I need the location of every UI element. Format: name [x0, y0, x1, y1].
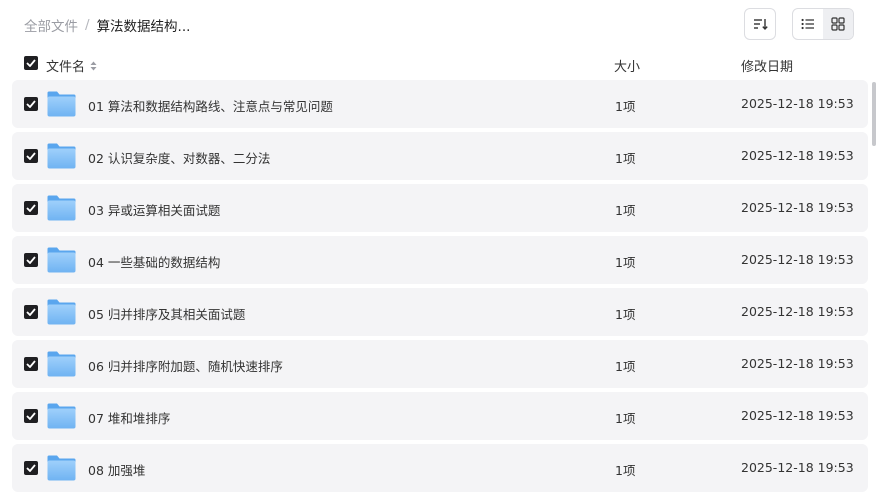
- file-size: 1项: [615, 203, 636, 218]
- file-date: 2025-12-18 19:53: [741, 460, 854, 475]
- file-name: 08 加强堆: [88, 463, 146, 478]
- checkbox-checked-icon: [26, 59, 36, 67]
- top-bar: 全部文件 / 算法数据结构...: [0, 0, 878, 48]
- row-checkbox[interactable]: [24, 409, 38, 423]
- folder-icon: [47, 91, 76, 117]
- file-row[interactable]: 04 一些基础的数据结构 1项 2025-12-18 19:53: [12, 236, 868, 284]
- folder-icon: [47, 351, 76, 377]
- folder-icon: [47, 299, 76, 325]
- grid-view-button[interactable]: [823, 9, 853, 39]
- folder-icon: [47, 195, 76, 221]
- breadcrumb-current: 算法数据结构...: [96, 19, 191, 35]
- file-name: 02 认识复杂度、对数器、二分法: [88, 151, 271, 166]
- file-name: 05 归并排序及其相关面试题: [88, 307, 246, 322]
- breadcrumb-separator: /: [85, 17, 90, 33]
- file-size: 1项: [615, 463, 636, 478]
- file-row[interactable]: 08 加强堆 1项 2025-12-18 19:53: [12, 444, 868, 492]
- row-checkbox[interactable]: [24, 201, 38, 215]
- checkbox-checked-icon: [26, 152, 36, 160]
- row-checkbox[interactable]: [24, 149, 38, 163]
- row-checkbox[interactable]: [24, 357, 38, 371]
- file-size: 1项: [615, 359, 636, 374]
- file-name: 03 异或运算相关面试题: [88, 203, 221, 218]
- row-checkbox[interactable]: [24, 253, 38, 267]
- table-header: 文件名 大小 修改日期: [0, 52, 878, 78]
- checkbox-checked-icon: [26, 360, 36, 368]
- file-size: 1项: [615, 307, 636, 322]
- file-name: 07 堆和堆排序: [88, 411, 171, 426]
- breadcrumb: 全部文件 / 算法数据结构...: [24, 15, 190, 35]
- file-date: 2025-12-18 19:53: [741, 304, 854, 319]
- file-row[interactable]: 06 归并排序附加题、随机快速排序 1项 2025-12-18 19:53: [12, 340, 868, 388]
- checkbox-checked-icon: [26, 256, 36, 264]
- list-view-button[interactable]: [793, 9, 823, 39]
- view-toggle: [792, 8, 854, 40]
- list-view-icon: [801, 18, 814, 30]
- file-row[interactable]: 05 归并排序及其相关面试题 1项 2025-12-18 19:53: [12, 288, 868, 336]
- row-checkbox[interactable]: [24, 461, 38, 475]
- select-all-checkbox[interactable]: [24, 56, 38, 70]
- row-checkbox[interactable]: [24, 97, 38, 111]
- file-row[interactable]: 03 异或运算相关面试题 1项 2025-12-18 19:53: [12, 184, 868, 232]
- file-date: 2025-12-18 19:53: [741, 408, 854, 423]
- folder-icon: [47, 143, 76, 169]
- file-row[interactable]: 01 算法和数据结构路线、注意点与常见问题 1项 2025-12-18 19:5…: [12, 80, 868, 128]
- column-header-size[interactable]: 大小: [614, 56, 640, 75]
- checkbox-checked-icon: [26, 204, 36, 212]
- file-date: 2025-12-18 19:53: [741, 96, 854, 111]
- file-size: 1项: [615, 255, 636, 270]
- file-name: 04 一些基础的数据结构: [88, 255, 221, 270]
- file-date: 2025-12-18 19:53: [741, 356, 854, 371]
- column-header-name-label: 文件名: [46, 60, 86, 75]
- file-size: 1项: [615, 151, 636, 166]
- file-name: 06 归并排序附加题、随机快速排序: [88, 359, 283, 374]
- file-name: 01 算法和数据结构路线、注意点与常见问题: [88, 99, 333, 114]
- file-list: 01 算法和数据结构路线、注意点与常见问题 1项 2025-12-18 19:5…: [12, 80, 868, 496]
- sort-descending-icon: [754, 19, 768, 31]
- file-size: 1项: [615, 99, 636, 114]
- scrollbar-thumb[interactable]: [872, 82, 876, 146]
- checkbox-checked-icon: [26, 464, 36, 472]
- file-row[interactable]: 07 堆和堆排序 1项 2025-12-18 19:53: [12, 392, 868, 440]
- file-date: 2025-12-18 19:53: [741, 252, 854, 267]
- grid-view-icon: [831, 17, 845, 31]
- sort-toggle-icon: [90, 61, 97, 71]
- file-row[interactable]: 02 认识复杂度、对数器、二分法 1项 2025-12-18 19:53: [12, 132, 868, 180]
- breadcrumb-root-link[interactable]: 全部文件: [24, 15, 78, 35]
- column-header-date[interactable]: 修改日期: [741, 56, 793, 75]
- row-checkbox[interactable]: [24, 305, 38, 319]
- file-date: 2025-12-18 19:53: [741, 148, 854, 163]
- sort-button[interactable]: [744, 8, 776, 40]
- folder-icon: [47, 455, 76, 481]
- checkbox-checked-icon: [26, 308, 36, 316]
- checkbox-checked-icon: [26, 100, 36, 108]
- column-header-name[interactable]: 文件名: [46, 56, 97, 75]
- folder-icon: [47, 403, 76, 429]
- file-size: 1项: [615, 411, 636, 426]
- checkbox-checked-icon: [26, 412, 36, 420]
- file-date: 2025-12-18 19:53: [741, 200, 854, 215]
- folder-icon: [47, 247, 76, 273]
